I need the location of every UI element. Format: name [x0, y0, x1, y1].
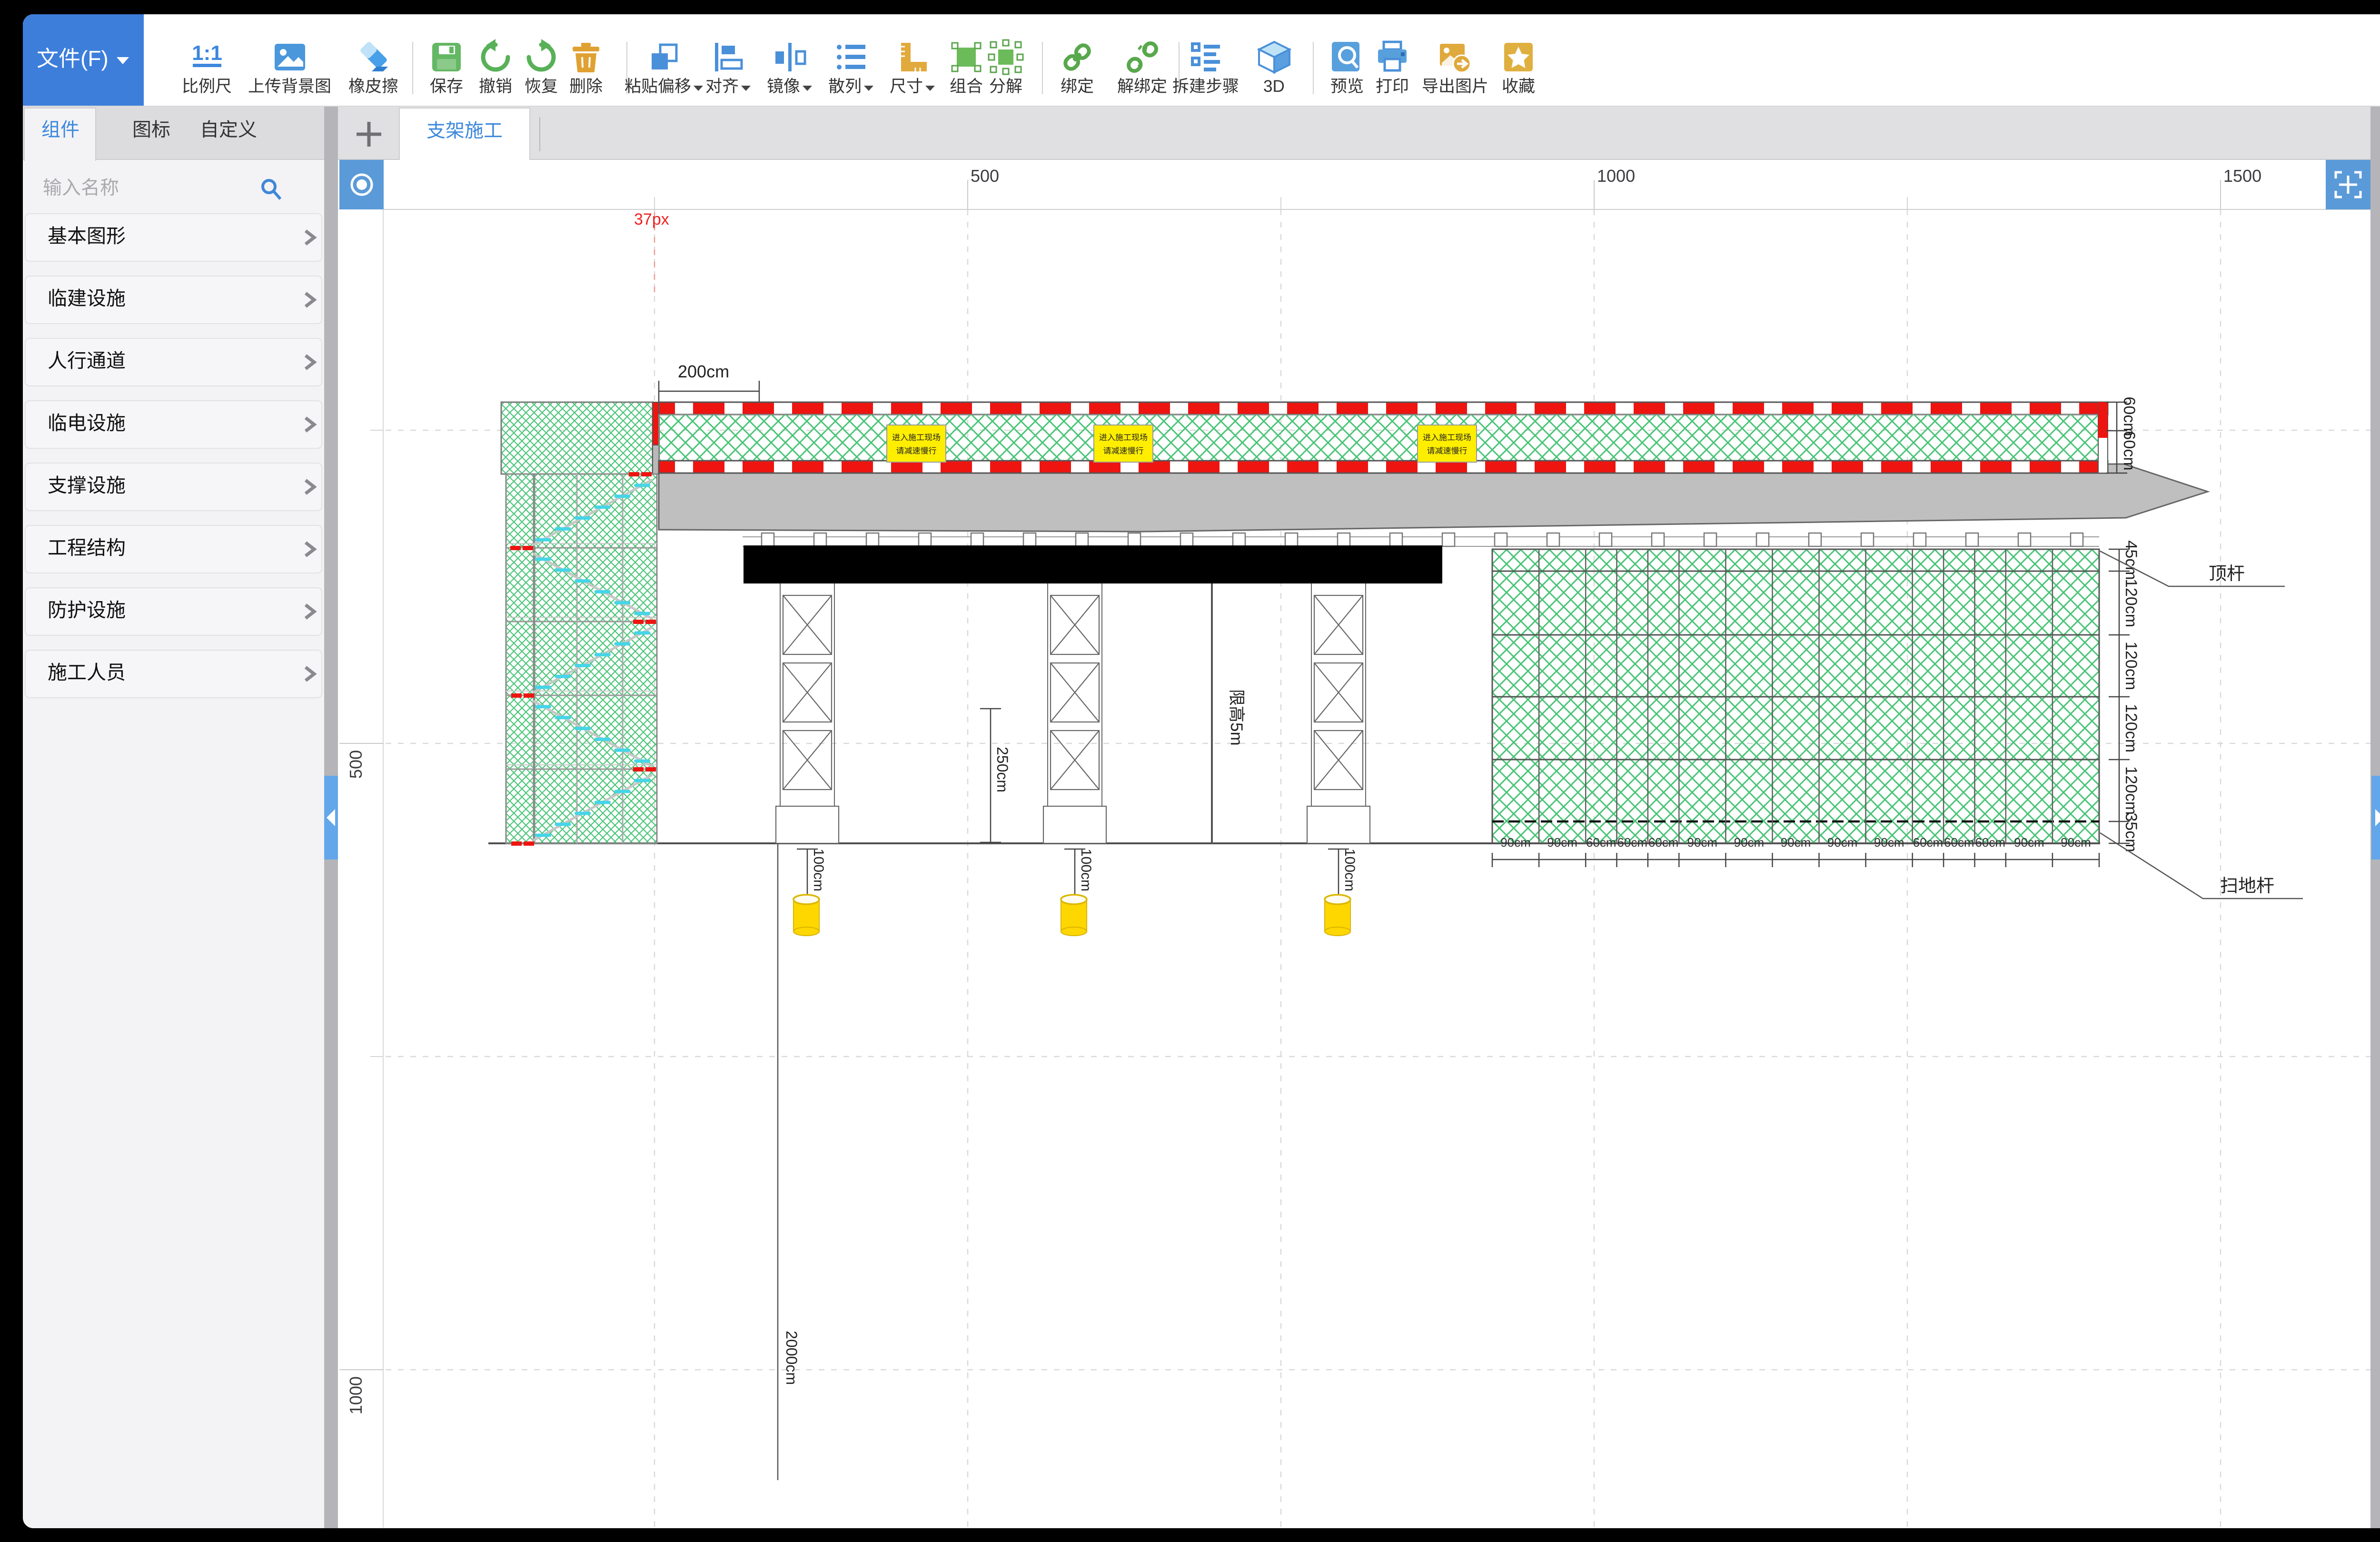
svg-text:100cm: 100cm	[1078, 849, 1094, 891]
svg-text:90cm: 90cm	[1874, 835, 1904, 850]
svg-text:35cm: 35cm	[2122, 812, 2140, 852]
svg-text:100cm: 100cm	[1342, 849, 1358, 891]
svg-text:1000: 1000	[1597, 166, 1635, 186]
svg-text:90cm: 90cm	[1500, 835, 1531, 850]
svg-text:3D: 3D	[1263, 77, 1285, 96]
svg-text:90cm: 90cm	[1687, 835, 1718, 850]
svg-text:1500: 1500	[2223, 166, 2261, 186]
svg-text:90cm: 90cm	[1734, 835, 1765, 850]
svg-text:500: 500	[971, 166, 999, 186]
svg-text:60cm: 60cm	[1913, 835, 1944, 850]
svg-text:90cm: 90cm	[1781, 835, 1811, 850]
svg-text:60cm: 60cm	[2120, 396, 2138, 436]
svg-text:90cm: 90cm	[1547, 835, 1577, 850]
svg-text:1:1: 1:1	[192, 41, 222, 65]
svg-text:60cm: 60cm	[1586, 835, 1616, 850]
svg-text:60cm: 60cm	[2120, 431, 2138, 470]
svg-text:5m: 5m	[1227, 722, 1246, 746]
svg-text:120cm: 120cm	[2122, 704, 2140, 752]
svg-text:60cm: 60cm	[1944, 835, 1974, 850]
svg-text:250cm: 250cm	[994, 747, 1011, 792]
svg-text:(F): (F)	[80, 46, 109, 71]
svg-text:90cm: 90cm	[2014, 835, 2044, 850]
svg-text:37px: 37px	[634, 210, 669, 228]
svg-text:120cm: 120cm	[2122, 579, 2140, 627]
svg-text:2000cm: 2000cm	[783, 1331, 800, 1385]
svg-text:500: 500	[346, 750, 366, 779]
svg-text:60cm: 60cm	[1975, 835, 2005, 850]
svg-text:60cm: 60cm	[1648, 835, 1679, 850]
svg-text:120cm: 120cm	[2122, 642, 2140, 690]
svg-text:120cm: 120cm	[2122, 766, 2140, 815]
svg-text:90cm: 90cm	[1827, 835, 1858, 850]
svg-text:90cm: 90cm	[2061, 835, 2091, 850]
svg-text:45cm: 45cm	[2122, 540, 2140, 580]
svg-text:1000: 1000	[346, 1376, 366, 1414]
svg-text:60cm: 60cm	[1617, 835, 1647, 850]
svg-text:100cm: 100cm	[811, 849, 826, 891]
svg-text:200cm: 200cm	[678, 362, 729, 381]
